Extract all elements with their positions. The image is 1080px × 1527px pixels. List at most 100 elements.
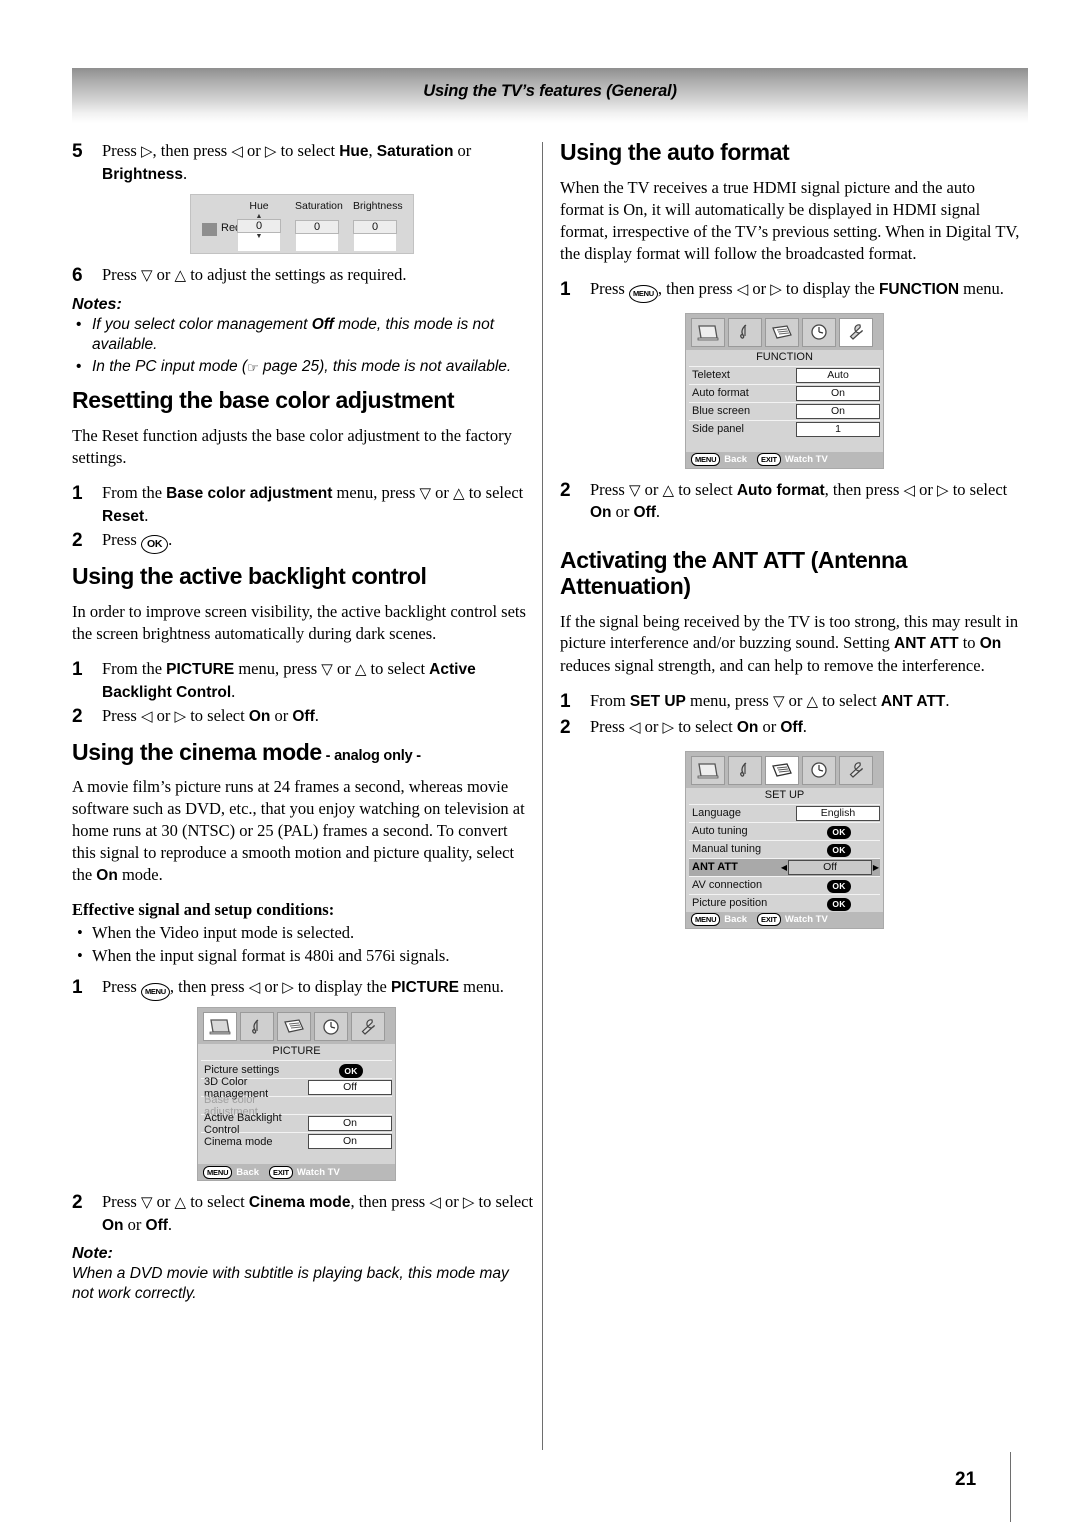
brightness-label: Brightness	[353, 199, 403, 212]
osd-row[interactable]: Active Backlight Control On	[201, 1112, 392, 1136]
osd-tab-clock-icon[interactable]	[314, 1012, 348, 1042]
right-arrow-icon[interactable]: ▶	[872, 863, 880, 872]
setup-menu-screenshot-wrap: SET UP Language English Auto tuning OK Man…	[685, 750, 1022, 929]
t: From	[590, 691, 630, 711]
step-number: 1	[72, 482, 83, 504]
osd-tab-list-icon[interactable]	[765, 317, 799, 347]
osd-row-value[interactable]: On	[308, 1134, 392, 1150]
osd-footer-exit-label: Watch TV	[784, 454, 828, 465]
t: .	[314, 706, 319, 726]
osd-row[interactable]: Side panel 1	[689, 419, 880, 438]
saturation-label: Saturation	[295, 199, 343, 212]
exit-key-icon[interactable]: EXIT	[757, 453, 781, 466]
osd-row[interactable]: Teletext Auto	[689, 365, 880, 384]
hue-group: Hue ▲ 0 ▼	[237, 200, 281, 239]
menu-key-icon[interactable]: MENU	[691, 453, 721, 466]
t: mode.	[117, 865, 163, 885]
t: , then press	[350, 1192, 430, 1212]
right-arrow-icon: ▷	[662, 720, 675, 737]
up-arrow-icon: △	[453, 485, 465, 502]
backlight-step-2: 2 Press ◁ or ▷ to select On or Off.	[72, 705, 534, 729]
t: menu, press	[332, 482, 420, 502]
osd-row[interactable]: Language English	[689, 803, 880, 822]
step-number: 2	[72, 530, 83, 552]
ok-badge: OK	[827, 825, 851, 840]
resetting-body: The Reset function adjusts the base colo…	[72, 425, 512, 467]
t: to adjust the settings as required.	[186, 264, 407, 284]
term-reset: Reset	[102, 507, 145, 525]
osd-tab-tv-icon[interactable]	[203, 1012, 237, 1042]
t: , then press	[152, 141, 232, 160]
step-6: 6 Press ▽ or △ to adjust the settings as…	[72, 264, 534, 288]
osd-tab-tv-icon[interactable]	[691, 755, 725, 785]
osd-tab-clock-icon[interactable]	[802, 317, 836, 347]
saturation-value[interactable]: 0	[295, 219, 339, 234]
step-text: Press ◁ or ▷ to select On or Off.	[590, 716, 1022, 740]
osd-row-value[interactable]: On	[796, 403, 880, 419]
t: menu, press	[234, 658, 322, 678]
osd-row-value[interactable]: OK	[798, 876, 880, 894]
osd-row-value[interactable]: OK	[798, 822, 880, 840]
left-arrow-icon: ◁	[736, 281, 749, 298]
osd-row-value[interactable]: OK	[798, 894, 880, 912]
osd-row[interactable]: Auto tuning OK	[689, 821, 880, 840]
osd-row-value[interactable]: Off	[788, 859, 872, 875]
t: , then press	[657, 278, 737, 298]
osd-row-label: Picture settings	[204, 1063, 280, 1076]
osd-footer: MENU Back EXIT Watch TV	[686, 451, 883, 468]
exit-key-icon[interactable]: EXIT	[269, 1165, 293, 1179]
t: or	[440, 1192, 463, 1212]
t: or	[748, 278, 771, 298]
osd-row[interactable]: Picture position OK	[689, 893, 880, 912]
notes-title: Notes:	[72, 295, 122, 313]
osd-tab-tv-icon[interactable]	[691, 317, 725, 347]
t: or	[242, 141, 265, 160]
term-off: Off	[780, 719, 803, 737]
osd-row[interactable]: Auto format On	[689, 383, 880, 402]
down-arrow-icon: ▽	[772, 694, 785, 711]
osd-row[interactable]: Manual tuning OK	[689, 839, 880, 858]
step-text: From the Base color adjustment menu, pre…	[102, 482, 534, 528]
osd-row-value[interactable]: On	[796, 385, 880, 401]
osd-tab-wrench-icon[interactable]	[839, 317, 873, 347]
right-arrow-icon: ▷	[937, 482, 949, 499]
brightness-value[interactable]: 0	[353, 219, 397, 234]
osd-footer-back-label: Back	[724, 914, 748, 926]
osd-row-value[interactable]: OK	[310, 1061, 392, 1079]
osd-row[interactable]: AV connection OK	[689, 875, 880, 894]
heading-resetting-base-color: Resetting the base color adjustment	[72, 387, 455, 414]
osd-row-value[interactable]: English	[796, 805, 880, 821]
osd-tab-music-note-icon[interactable]	[728, 317, 762, 347]
left-arrow-icon: ◁	[628, 720, 641, 737]
osd-tab-music-note-icon[interactable]	[728, 755, 762, 785]
menu-key-icon[interactable]: MENU	[691, 913, 721, 927]
osd-tab-music-note-icon[interactable]	[240, 1012, 274, 1042]
exit-key-icon[interactable]: EXIT	[757, 913, 781, 927]
left-arrow-icon[interactable]: ◀	[780, 863, 788, 872]
osd-row-value[interactable]: Off	[308, 1080, 392, 1096]
osd-tab-clock-icon[interactable]	[802, 755, 836, 785]
hue-spinner-down-icon[interactable]: ▼	[237, 232, 281, 239]
t: or	[123, 1215, 146, 1235]
osd-tab-list-icon[interactable]	[765, 755, 799, 785]
osd-tab-list-icon[interactable]	[277, 1012, 311, 1042]
osd-row[interactable]: Cinema mode On	[201, 1132, 392, 1150]
backlight-step-1: 1 From the PICTURE menu, press ▽ or △ to…	[72, 658, 534, 704]
osd-rows: Picture settings OK 3D Color management Of…	[198, 1060, 395, 1151]
t: .	[168, 530, 173, 550]
step-number: 1	[560, 278, 571, 300]
hue-value[interactable]: 0	[237, 218, 281, 233]
t: .	[945, 691, 950, 711]
osd-row-value[interactable]: OK	[798, 840, 880, 858]
osd-tab-wrench-icon[interactable]	[839, 755, 873, 785]
osd-footer: MENU Back EXIT Watch TV	[198, 1164, 395, 1181]
t: .	[167, 1215, 173, 1235]
osd-row[interactable]: Blue screen On	[689, 401, 880, 420]
t: reduces signal strength, and can help to…	[560, 656, 985, 676]
osd-row-selected[interactable]: ANT ATT ◀ Off ▶	[689, 857, 880, 876]
osd-tab-wrench-icon[interactable]	[351, 1012, 385, 1042]
osd-row-value[interactable]: On	[308, 1116, 392, 1132]
osd-row-value[interactable]: Auto	[796, 367, 880, 383]
menu-key-icon[interactable]: MENU	[203, 1165, 233, 1179]
osd-row-value[interactable]: 1	[796, 421, 880, 437]
